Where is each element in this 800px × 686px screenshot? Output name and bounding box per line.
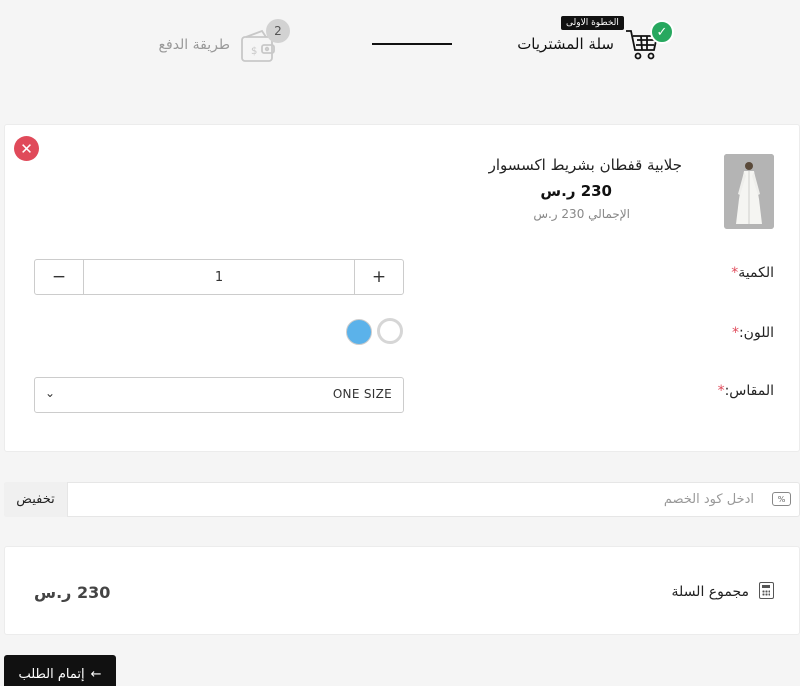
product-price: 230 ر.س — [540, 182, 612, 200]
color-label-text: اللون: — [738, 325, 774, 341]
step-connector-line — [372, 43, 452, 45]
required-mark: * — [731, 325, 739, 341]
required-mark: * — [717, 383, 725, 399]
quantity-increase-button[interactable]: + — [354, 260, 403, 294]
step-complete-check-icon: ✓ — [650, 20, 674, 44]
quantity-value[interactable]: 1 — [84, 260, 354, 294]
step1-tooltip: الخطوة الاولى — [561, 16, 624, 30]
step2-label[interactable]: طريقة الدفع — [159, 37, 230, 53]
product-thumbnail[interactable] — [724, 154, 774, 229]
quantity-stepper: − 1 + — [34, 259, 404, 295]
quantity-decrease-button[interactable]: − — [35, 260, 84, 294]
cart-total-label: مجموع السلة — [671, 584, 749, 600]
checkout-label: إتمام الطلب — [18, 666, 85, 682]
svg-text:$: $ — [251, 46, 257, 57]
calculator-icon — [759, 582, 774, 599]
remove-item-button[interactable]: ✕ — [14, 136, 39, 161]
product-name[interactable]: جلابية قفطان بشريط اكسسوار — [489, 156, 682, 174]
size-label-text: المقاس: — [724, 383, 774, 399]
size-label: المقاس:* — [718, 383, 774, 399]
step1-label[interactable]: سلة المشتريات — [517, 35, 614, 53]
step2-number-badge: 2 — [266, 19, 290, 43]
color-label: اللون:* — [732, 325, 774, 341]
color-swatch-white[interactable] — [377, 318, 403, 344]
cart-total-value: 230 ر.س — [34, 583, 111, 602]
percent-tag-icon: % — [772, 492, 791, 506]
apply-discount-button[interactable]: تخفيض — [4, 482, 68, 517]
arrow-left-icon: ← — [90, 666, 102, 682]
quantity-label-text: الكمية — [738, 265, 774, 281]
quantity-label: الكمية* — [731, 265, 774, 281]
size-select[interactable]: ONE SIZE ⌄ — [34, 377, 404, 413]
size-selected-value: ONE SIZE — [332, 387, 392, 401]
chevron-down-icon: ⌄ — [45, 386, 56, 400]
discount-code-input[interactable] — [70, 484, 758, 515]
checkout-button[interactable]: إتمام الطلب ← — [4, 655, 116, 686]
product-total: الإجمالي 230 ر.س — [533, 207, 630, 221]
color-swatch-blue[interactable] — [346, 319, 372, 345]
